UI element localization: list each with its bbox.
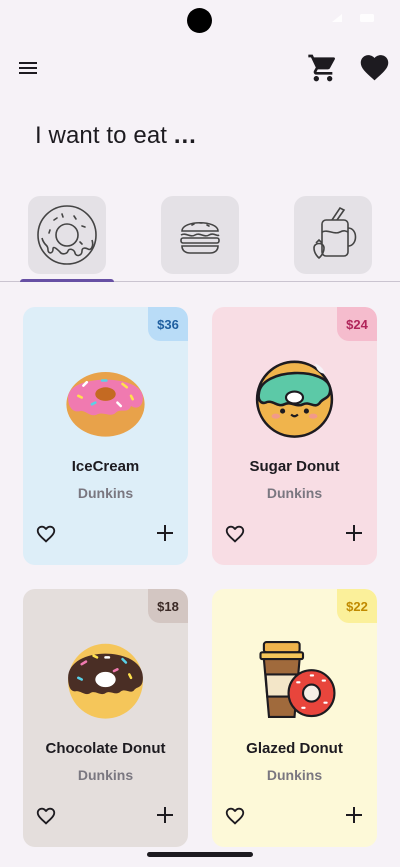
chocolate-donut-icon xyxy=(68,643,143,719)
product-name: IceCream xyxy=(71,458,140,475)
product-card-chocolate-donut[interactable]: $18 Chocolate Donut Dunkins xyxy=(23,589,188,847)
hamburger-menu-icon xyxy=(19,62,37,74)
plus-icon xyxy=(157,807,173,823)
heart-icon xyxy=(360,55,389,81)
page-headline: I want to eat ... xyxy=(35,122,197,150)
smoothie-icon xyxy=(313,206,357,260)
gesture-navigation-bar[interactable] xyxy=(147,852,253,857)
add-to-favorites-button[interactable] xyxy=(224,805,246,827)
add-to-cart-button[interactable] xyxy=(155,523,175,543)
add-to-favorites-button[interactable] xyxy=(35,523,57,545)
status-bar xyxy=(0,0,400,38)
product-brand: Dunkins xyxy=(77,767,134,783)
product-name: Sugar Donut xyxy=(249,458,340,475)
donut-icon xyxy=(37,205,97,265)
product-card-glazed-donut[interactable]: $22 Glazed Donut Dunkins xyxy=(212,589,377,847)
plus-icon xyxy=(346,525,362,541)
camera-cutout xyxy=(187,8,212,33)
tab-donuts[interactable] xyxy=(28,196,106,274)
price-badge: $22 xyxy=(337,589,377,623)
pink-donut-icon xyxy=(66,372,145,437)
heart-outline-icon xyxy=(225,807,245,825)
burger-icon xyxy=(180,221,220,254)
mint-donut-icon xyxy=(255,360,334,438)
headline-dots: ... xyxy=(173,122,197,149)
price-badge: $24 xyxy=(337,307,377,341)
cart-button[interactable] xyxy=(307,52,339,84)
price-badge: $18 xyxy=(148,589,188,623)
add-to-cart-button[interactable] xyxy=(155,805,175,825)
heart-outline-icon xyxy=(36,807,56,825)
add-to-cart-button[interactable] xyxy=(344,805,364,825)
add-to-favorites-button[interactable] xyxy=(35,805,57,827)
plus-icon xyxy=(157,525,173,541)
plus-icon xyxy=(346,807,362,823)
product-card-icecream[interactable]: $36 IceCream Dunkins xyxy=(23,307,188,565)
product-card-sugar-donut[interactable]: $24 Sugar Donut Dunkins xyxy=(212,307,377,565)
add-to-cart-button[interactable] xyxy=(344,523,364,543)
favorites-button[interactable] xyxy=(358,51,391,84)
tab-burgers[interactable] xyxy=(161,196,239,274)
tab-drinks[interactable] xyxy=(294,196,372,274)
product-name: Chocolate Donut xyxy=(45,740,166,757)
price-badge: $36 xyxy=(148,307,188,341)
product-brand: Dunkins xyxy=(266,767,323,783)
shopping-cart-icon xyxy=(308,54,336,82)
product-brand: Dunkins xyxy=(77,485,134,501)
heart-outline-icon xyxy=(225,525,245,543)
product-brand: Dunkins xyxy=(266,485,323,501)
menu-button[interactable] xyxy=(16,56,40,80)
category-tabs xyxy=(0,192,400,284)
status-icons xyxy=(332,14,374,22)
coffee-and-donut-icon xyxy=(259,641,336,718)
product-name: Glazed Donut xyxy=(246,740,343,757)
selected-tab-indicator xyxy=(20,279,114,282)
add-to-favorites-button[interactable] xyxy=(224,523,246,545)
heart-outline-icon xyxy=(36,525,56,543)
headline-text: I want to eat xyxy=(35,122,168,149)
